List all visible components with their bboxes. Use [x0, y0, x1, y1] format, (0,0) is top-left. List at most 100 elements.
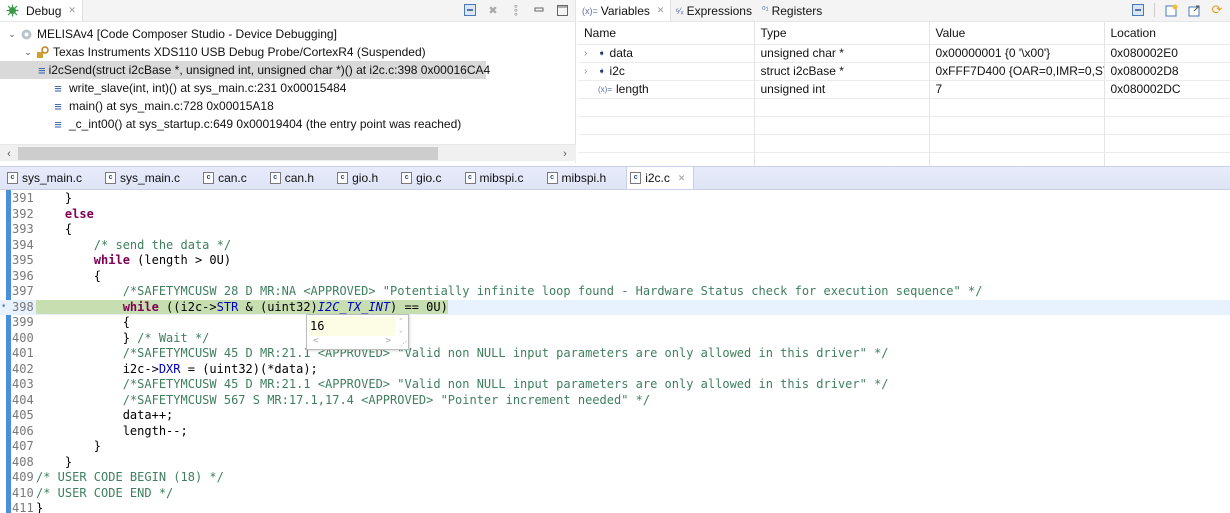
debug-tree-item[interactable]: ≡ main() at sys_main.c:728 0x00015A18: [0, 97, 575, 115]
code-line[interactable]: 409/* USER CODE BEGIN (18) */: [0, 470, 1230, 486]
variable-location: 0x080002D8: [1104, 62, 1230, 81]
code-line[interactable]: 394 /* send the data */: [0, 238, 1230, 254]
export-icon[interactable]: [1187, 3, 1201, 17]
tab-debug[interactable]: Debug ✕: [0, 0, 83, 21]
column-header-type[interactable]: Type: [754, 22, 930, 45]
debug-horizontal-scrollbar[interactable]: ‹ ›: [0, 144, 576, 161]
refresh-icon[interactable]: ⟳: [1210, 2, 1224, 17]
debug-tree-label: MELISAv4 [Code Composer Studio - Device …: [37, 27, 337, 41]
code-line[interactable]: 405 data++;: [0, 408, 1230, 424]
collapse-all-icon[interactable]: [1131, 3, 1145, 17]
editor-tab-label: mibspi.c: [479, 171, 524, 185]
variable-row[interactable]: (x)= length unsigned int 7 0x080002DC: [578, 80, 1230, 99]
code-editor[interactable]: 391 } 392 else 393 {394 /* send the data *…: [0, 190, 1230, 513]
debug-tree-item[interactable]: ≡ _c_int00() at sys_startup.c:649 0x00019…: [0, 115, 575, 133]
code-line[interactable]: 404 /*SAFETYMCUSW 567 S MR:17.1,17.4 <AP…: [0, 393, 1230, 409]
variable-location: 0x080002DC: [1104, 80, 1230, 99]
scroll-right-icon[interactable]: ›: [558, 145, 572, 162]
tab-variables[interactable]: (x)= Variables ✕: [578, 0, 672, 21]
debug-tree-item[interactable]: ≡ i2cSend(struct i2cBase *, unsigned int,…: [0, 61, 490, 79]
tab-registers[interactable]: ⁰¹ Registers: [758, 0, 828, 21]
variable-row[interactable]: › ➧ data unsigned char * 0x00000001 {0 '\x00…: [578, 44, 1230, 63]
code-text: {: [36, 315, 130, 329]
close-icon[interactable]: ✕: [657, 5, 665, 16]
editor-tab[interactable]: c sys_main.c: [4, 167, 102, 189]
variable-name-cell[interactable]: › ➧ data: [578, 44, 755, 63]
editor-tab[interactable]: c gio.c: [398, 167, 461, 189]
variable-value[interactable]: 7: [929, 80, 1105, 99]
editor-tab[interactable]: c can.h: [267, 167, 334, 189]
column-header-value[interactable]: Value: [929, 22, 1105, 45]
maximize-icon[interactable]: [555, 3, 569, 17]
column-header-name[interactable]: Name: [578, 22, 755, 45]
stack-frame-icon: ≡: [38, 62, 46, 78]
view-menu-icon[interactable]: ∘ ∘ ∘: [509, 2, 523, 19]
code-line[interactable]: 395 while (length > 0U): [0, 253, 1230, 269]
expand-icon[interactable]: ›: [584, 48, 594, 59]
code-line[interactable]: 392 else: [0, 207, 1230, 223]
variable-type: unsigned char *: [754, 44, 930, 63]
variable-name-cell[interactable]: › ➧ i2c: [578, 62, 755, 81]
scroll-left-icon[interactable]: ‹: [2, 145, 16, 162]
editor-tab-label: gio.c: [416, 171, 442, 185]
code-text: {: [36, 268, 102, 283]
debug-tree-item[interactable]: ≡ write_slave(int, int)() at sys_main.c:2…: [0, 79, 575, 97]
debug-tree-item[interactable]: ⌄ MELISAv4 [Code Composer Studio - Device…: [0, 25, 575, 43]
code-line[interactable]: 401 /*SAFETYMCUSW 45 D MR:21.1 <APPROVED…: [0, 346, 1230, 362]
popup-horizontal-scroll[interactable]: < >: [309, 336, 405, 348]
editor-tab[interactable]: c can.c: [200, 167, 267, 189]
editor-tab[interactable]: c i2c.c ✕: [626, 167, 695, 189]
editor-tab[interactable]: c sys_main.c: [102, 167, 200, 189]
debug-view: Debug ✕ ✖ ∘ ∘ ∘ ⌄ MELISAv4 [Code Composer S…: [0, 0, 576, 163]
code-line[interactable]: 403 /*SAFETYMCUSW 45 D MR:21.1 <APPROVED…: [0, 377, 1230, 393]
editor-tab[interactable]: c mibspi.c: [462, 167, 544, 189]
variable-value[interactable]: 0xFFF7D400 {OAR=0,IMR=0,ST...: [929, 62, 1105, 81]
tab-expressions[interactable]: ⁶⁄ₓ Expressions: [671, 0, 758, 21]
variable-value[interactable]: 0x00000001 {0 '\x00'}: [929, 44, 1105, 63]
collapse-all-icon[interactable]: [463, 3, 477, 17]
code-line[interactable]: 399 {: [0, 315, 1230, 331]
close-icon[interactable]: ✕: [68, 5, 76, 16]
variable-row[interactable]: › ➧ i2c struct i2cBase * 0xFFF7D400 {OAR=0,I…: [578, 62, 1230, 81]
code-line[interactable]: 400 } /* Wait */: [0, 331, 1230, 347]
new-expression-icon[interactable]: [1164, 3, 1178, 17]
code-line[interactable]: 391 }: [0, 191, 1230, 207]
editor-tab-label: sys_main.c: [22, 171, 83, 185]
code-text: length--;: [36, 423, 188, 438]
editor-tab-label: can.c: [218, 171, 247, 185]
pointer-icon: ➧: [598, 65, 606, 76]
code-line[interactable]: 408 }: [0, 455, 1230, 471]
code-line[interactable]: 407 }: [0, 439, 1230, 455]
variable-name-cell[interactable]: (x)= length: [578, 80, 755, 99]
popup-vertical-scroll[interactable]: ⌃ ⌄: [396, 317, 406, 336]
code-line[interactable]: 411}: [0, 501, 1230, 513]
resize-grip-icon[interactable]: ⋰: [400, 340, 407, 348]
code-line[interactable]: 393 {: [0, 222, 1230, 238]
chevron-down-icon[interactable]: ⌄: [22, 47, 34, 58]
line-number: 397: [12, 284, 34, 298]
variable-name-label: length: [616, 82, 649, 96]
line-number: 410: [12, 485, 34, 500]
code-line[interactable]: 410/* USER CODE END */: [0, 486, 1230, 502]
debug-tree-item[interactable]: ⌄ Texas Instruments XDS110 USB Debug Prob…: [0, 43, 575, 61]
close-icon[interactable]: ✕: [678, 173, 686, 184]
remove-terminated-icon[interactable]: ✖: [486, 3, 500, 17]
line-number: 408: [12, 454, 34, 469]
code-line[interactable]: 397 /*SAFETYMCUSW 28 D MR:NA <APPROVED> …: [0, 284, 1230, 300]
editor-tab[interactable]: c gio.h: [334, 167, 398, 189]
column-header-location[interactable]: Location: [1104, 22, 1230, 45]
expand-icon[interactable]: ›: [584, 66, 594, 77]
stack-frame-icon: ≡: [54, 80, 62, 96]
instruction-pointer-icon: ➧: [1, 301, 7, 312]
code-line[interactable]: 406 length--;: [0, 424, 1230, 440]
minimize-icon[interactable]: [532, 3, 546, 17]
chevron-down-icon[interactable]: ⌄: [6, 29, 18, 40]
code-line[interactable]: 402 i2c->DXR = (uint32)(*data);: [0, 362, 1230, 378]
line-number: 405: [12, 408, 34, 422]
code-line[interactable]: 396 {: [0, 269, 1230, 285]
editor-tab[interactable]: c mibspi.h: [544, 167, 627, 189]
hover-value-popup[interactable]: 16 ⌃ ⌄ < > ⋰: [306, 314, 409, 350]
hover-value[interactable]: 16: [309, 317, 395, 336]
scrollbar-thumb[interactable]: [18, 147, 438, 160]
current-instruction-line[interactable]: ➧ 398 while ((i2c->STR & (uint32)I2C_TX_I…: [0, 299, 1230, 315]
